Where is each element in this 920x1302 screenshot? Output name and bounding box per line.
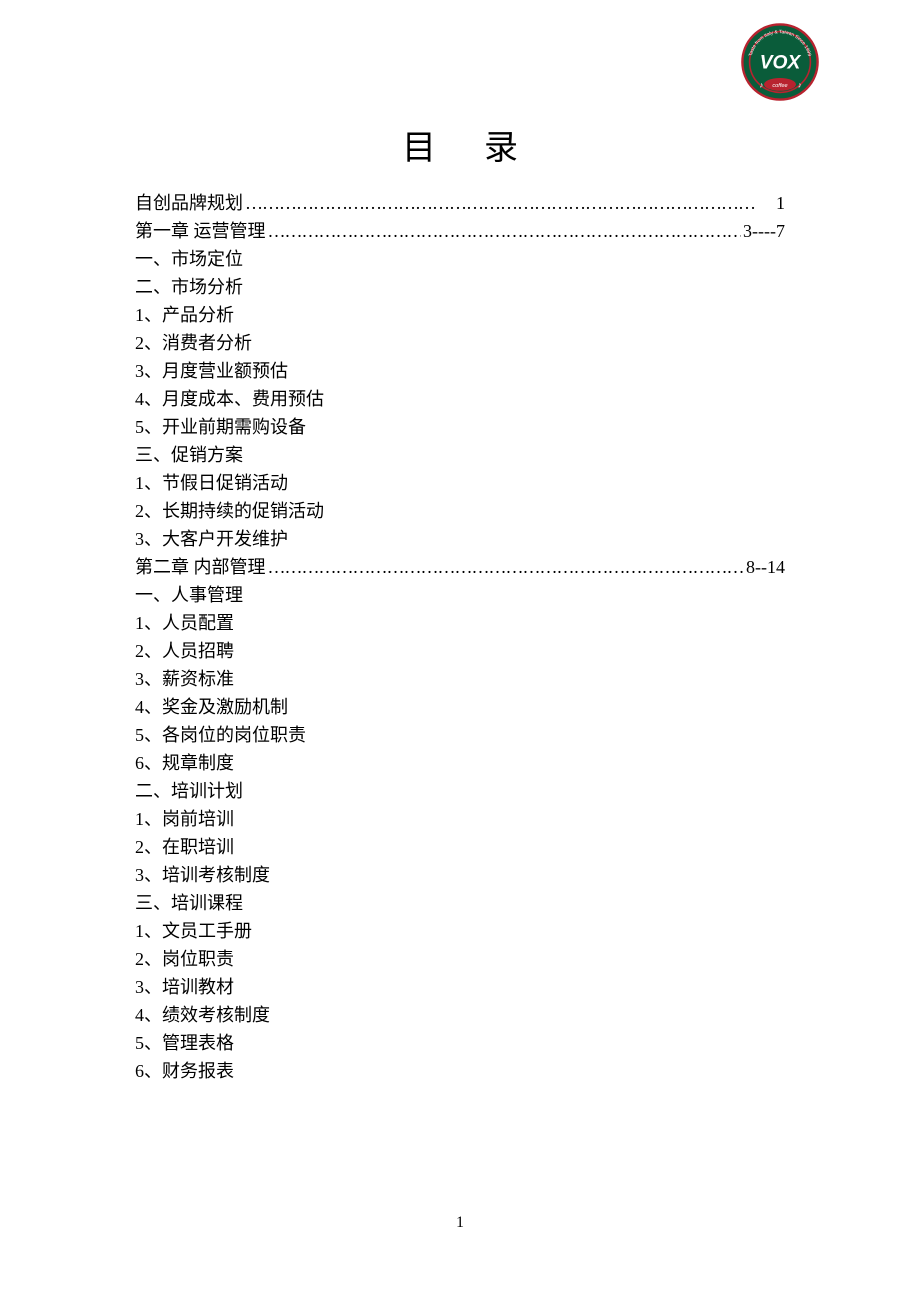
toc-dots: ………………………………………………………………………………	[268, 217, 742, 245]
page-number: 1	[0, 1214, 920, 1232]
toc-item: 2、岗位职责	[135, 945, 785, 973]
svg-text:VOX: VOX	[760, 52, 802, 73]
toc-dots: ………………………………………………………………………………	[245, 189, 774, 217]
toc-entry: 自创品牌规划………………………………………………………………………………1	[135, 189, 785, 217]
toc-entry-page: 3----7	[743, 217, 785, 245]
toc-item: 3、月度营业额预估	[135, 357, 785, 385]
toc-item: 一、市场定位	[135, 245, 785, 273]
toc-item: 二、培训计划	[135, 777, 785, 805]
toc-item: 1、节假日促销活动	[135, 469, 785, 497]
toc-entry-label: 第二章 内部管理	[135, 553, 266, 581]
toc-item: 2、在职培训	[135, 833, 785, 861]
toc-item: 4、月度成本、费用预估	[135, 385, 785, 413]
page-title: 目录	[135, 120, 785, 169]
toc-item: 三、促销方案	[135, 441, 785, 469]
vox-logo: Taste from Italy & Taiwan Since 1999 VOX…	[740, 22, 820, 102]
toc-entry: 第一章 运营管理………………………………………………………………………………3-…	[135, 217, 785, 245]
toc-entry-label: 自创品牌规划	[135, 189, 243, 217]
toc-content: 目录 自创品牌规划………………………………………………………………………………1…	[135, 120, 785, 1085]
toc-item: 6、财务报表	[135, 1057, 785, 1085]
svg-text:♪: ♪	[759, 81, 763, 90]
toc-item: 5、开业前期需购设备	[135, 413, 785, 441]
toc-item: 1、岗前培训	[135, 805, 785, 833]
toc-item: 三、培训课程	[135, 889, 785, 917]
toc-entry-page: 1	[776, 189, 785, 217]
toc-entry-page: 8--14	[746, 553, 785, 581]
toc-item: 6、规章制度	[135, 749, 785, 777]
toc-item: 1、人员配置	[135, 609, 785, 637]
toc-item: 4、奖金及激励机制	[135, 693, 785, 721]
toc-item: 4、绩效考核制度	[135, 1001, 785, 1029]
toc-item: 1、产品分析	[135, 301, 785, 329]
toc-item: 二、市场分析	[135, 273, 785, 301]
toc-item: 3、大客户开发维护	[135, 525, 785, 553]
toc-item: 5、各岗位的岗位职责	[135, 721, 785, 749]
svg-text:coffee: coffee	[772, 83, 787, 89]
toc-item: 5、管理表格	[135, 1029, 785, 1057]
toc-item: 2、长期持续的促销活动	[135, 497, 785, 525]
toc-dots: ………………………………………………………………………………	[268, 553, 745, 581]
toc-item: 2、人员招聘	[135, 637, 785, 665]
svg-text:♪: ♪	[798, 81, 802, 90]
toc-body: 自创品牌规划………………………………………………………………………………1第一章…	[135, 189, 785, 1085]
toc-item: 3、培训教材	[135, 973, 785, 1001]
toc-item: 一、人事管理	[135, 581, 785, 609]
toc-item: 3、薪资标准	[135, 665, 785, 693]
toc-item: 2、消费者分析	[135, 329, 785, 357]
toc-entry: 第二章 内部管理………………………………………………………………………………8-…	[135, 553, 785, 581]
toc-item: 3、培训考核制度	[135, 861, 785, 889]
toc-entry-label: 第一章 运营管理	[135, 217, 266, 245]
toc-item: 1、文员工手册	[135, 917, 785, 945]
